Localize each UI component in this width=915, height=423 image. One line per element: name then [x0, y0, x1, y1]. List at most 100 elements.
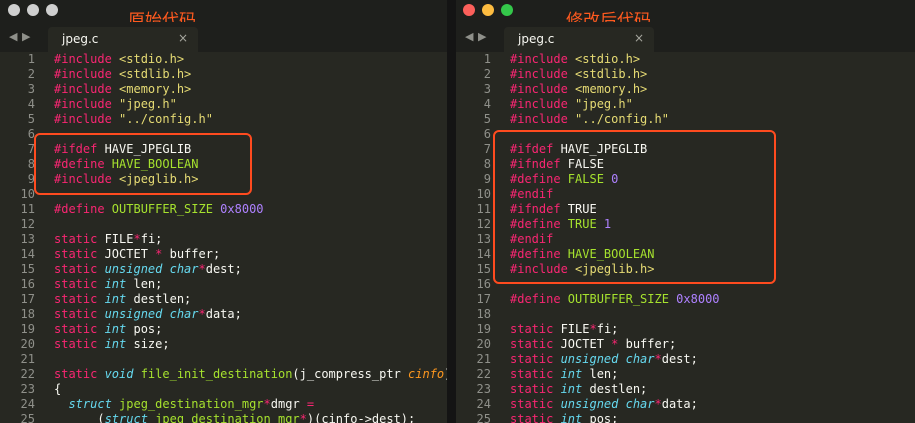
code-line[interactable]: 17 #define OUTBUFFER_SIZE 0x8000	[456, 292, 915, 307]
code-line[interactable]: 5 #include "../config.h"	[456, 112, 915, 127]
line-number: 22	[20, 367, 35, 381]
nav-back-icon[interactable]: ◀	[465, 30, 473, 43]
code-line[interactable]: 16 static int len;	[0, 277, 447, 292]
code-line[interactable]: 11 #define OUTBUFFER_SIZE 0x8000	[0, 202, 447, 217]
minimize-window-button[interactable]	[482, 4, 494, 16]
code-token: static	[54, 292, 105, 306]
code-line[interactable]: 25 (struct jpeg_destination_mgr*)(cinfo-…	[0, 412, 447, 423]
tab-jpeg-c[interactable]: jpeg.c ×	[48, 27, 198, 52]
code-token: JOCTET	[560, 337, 612, 351]
code-token: int	[104, 277, 134, 291]
left-editor-pane: 原始代码 ◀ ▶ jpeg.c × 1 #include <stdio.h> 2 #i…	[0, 0, 447, 423]
line-number: 23	[20, 382, 35, 396]
code-token: data;	[661, 397, 698, 411]
tab-close-icon[interactable]: ×	[634, 31, 644, 45]
line-number: 16	[476, 277, 491, 291]
code-line[interactable]: 19 static FILE*fi;	[456, 322, 915, 337]
code-text: #define OUTBUFFER_SIZE 0x8000	[54, 202, 264, 217]
nav-forward-icon[interactable]: ▶	[478, 30, 486, 43]
code-line[interactable]: 22 static void file_init_destination(j_co…	[0, 367, 447, 382]
code-line[interactable]: 25 static int pos;	[456, 412, 915, 423]
code-token: unsigned char	[104, 307, 199, 321]
line-number: 19	[476, 322, 491, 336]
code-token: static	[510, 367, 561, 381]
line-number: 5	[483, 112, 491, 126]
code-line[interactable]: 22 static int len;	[456, 367, 915, 382]
tab-label: jpeg.c	[62, 32, 99, 46]
code-line[interactable]: 3 #include <memory.h>	[0, 82, 447, 97]
tab-jpeg-c[interactable]: jpeg.c ×	[504, 27, 654, 52]
code-line[interactable]: 2 #include <stdlib.h>	[0, 67, 447, 82]
code-token: *	[155, 247, 170, 261]
code-line[interactable]: 21	[0, 352, 447, 367]
code-token: JOCTET	[104, 247, 156, 261]
code-text: static int pos;	[510, 412, 618, 423]
code-text: static unsigned char*dest;	[54, 262, 242, 277]
code-line[interactable]: 18 static unsigned char*data;	[0, 307, 447, 322]
code-line[interactable]: 1 #include <stdio.h>	[0, 52, 447, 67]
nav-forward-icon[interactable]: ▶	[22, 30, 30, 43]
line-number: 17	[476, 292, 491, 306]
code-token: <stdlib.h>	[575, 67, 648, 81]
code-line[interactable]: 1 #include <stdio.h>	[456, 52, 915, 67]
nav-back-icon[interactable]: ◀	[9, 30, 17, 43]
code-token: #include	[510, 112, 576, 126]
code-token: "jpeg.h"	[575, 97, 633, 111]
code-token: int	[104, 337, 134, 351]
code-text: static int destlen;	[54, 292, 191, 307]
close-window-button[interactable]	[8, 4, 20, 16]
code-text: #include <stdlib.h>	[54, 67, 191, 82]
line-number: 21	[476, 352, 491, 366]
code-line[interactable]: 24 static unsigned char*data;	[456, 397, 915, 412]
code-token: *	[589, 322, 597, 336]
code-token: *	[654, 352, 662, 366]
code-token: FILE	[104, 232, 134, 246]
code-text: #include <stdio.h>	[54, 52, 184, 67]
code-text: #include "../config.h"	[54, 112, 213, 127]
line-number: 5	[27, 112, 35, 126]
code-text: struct jpeg_destination_mgr*dmgr =	[54, 397, 314, 412]
code-line[interactable]: 24 struct jpeg_destination_mgr*dmgr =	[0, 397, 447, 412]
code-line[interactable]: 20 static JOCTET * buffer;	[456, 337, 915, 352]
code-line[interactable]: 21 static unsigned char*dest;	[456, 352, 915, 367]
code-line[interactable]: 4 #include "jpeg.h"	[0, 97, 447, 112]
code-text: static unsigned char*dest;	[510, 352, 698, 367]
code-line[interactable]: 2 #include <stdlib.h>	[456, 67, 915, 82]
code-token: static	[510, 337, 561, 351]
line-number: 4	[483, 97, 491, 111]
code-line[interactable]: 18	[456, 307, 915, 322]
code-line[interactable]: 15 static unsigned char*dest;	[0, 262, 447, 277]
close-window-button[interactable]	[463, 4, 475, 16]
tab-close-icon[interactable]: ×	[178, 31, 188, 45]
line-number: 2	[483, 67, 491, 81]
code-text: static FILE*fi;	[54, 232, 162, 247]
code-token: cinfo	[408, 367, 445, 381]
code-line[interactable]: 17 static int destlen;	[0, 292, 447, 307]
code-text: #include <stdio.h>	[510, 52, 640, 67]
code-line[interactable]: 23 {	[0, 382, 447, 397]
zoom-window-button[interactable]	[501, 4, 513, 16]
line-number: 20	[20, 337, 35, 351]
modified-change-highlight	[493, 130, 776, 284]
code-line[interactable]: 23 static int destlen;	[456, 382, 915, 397]
zoom-window-button[interactable]	[46, 4, 58, 16]
code-line[interactable]: 3 #include <memory.h>	[456, 82, 915, 97]
line-number: 15	[476, 262, 491, 276]
line-number: 8	[483, 157, 491, 171]
line-number: 24	[476, 397, 491, 411]
line-number: 6	[27, 127, 35, 141]
code-editor-left[interactable]: 1 #include <stdio.h> 2 #include <stdlib.h> 3…	[0, 52, 447, 423]
code-token: static	[54, 307, 105, 321]
code-token: (j_compress_ptr	[292, 367, 409, 381]
code-line[interactable]: 14 static JOCTET * buffer;	[0, 247, 447, 262]
minimize-window-button[interactable]	[27, 4, 39, 16]
code-line[interactable]: 5 #include "../config.h"	[0, 112, 447, 127]
code-line[interactable]: 12	[0, 217, 447, 232]
code-line[interactable]: 13 static FILE*fi;	[0, 232, 447, 247]
line-number: 19	[20, 322, 35, 336]
code-line[interactable]: 19 static int pos;	[0, 322, 447, 337]
left-window-titlebar	[0, 0, 447, 22]
code-line[interactable]: 4 #include "jpeg.h"	[456, 97, 915, 112]
code-text: static void file_init_destination(j_comp…	[54, 367, 447, 382]
code-line[interactable]: 20 static int size;	[0, 337, 447, 352]
